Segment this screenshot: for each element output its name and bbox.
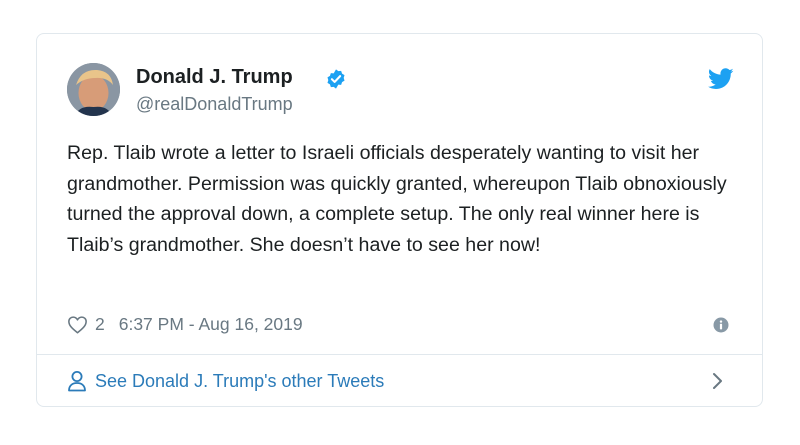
author-name[interactable]: Donald J. Trump <box>136 66 293 89</box>
user-icon <box>68 371 86 392</box>
tweet-text: Rep. Tlaib wrote a letter to Israeli off… <box>67 142 727 256</box>
tweet-meta: 2 6:37 PM - Aug 16, 2019 <box>67 312 303 336</box>
chevron-right-icon[interactable] <box>712 372 724 390</box>
avatar[interactable] <box>67 63 120 116</box>
heart-icon[interactable] <box>67 315 88 334</box>
see-other-tweets-label[interactable]: See Donald J. Trump's other Tweets <box>95 371 384 392</box>
twitter-bird-icon[interactable] <box>708 68 734 90</box>
author-handle[interactable]: @realDonaldTrump <box>136 94 293 115</box>
see-other-tweets-link[interactable]: See Donald J. Trump's other Tweets <box>67 355 732 407</box>
verified-badge-icon <box>327 69 345 89</box>
like-count: 2 <box>95 313 105 334</box>
info-icon[interactable] <box>713 317 729 333</box>
tweet-card: Donald J. Trump @realDonaldTrump Rep. Tl… <box>36 33 763 407</box>
tweet-timestamp[interactable]: 6:37 PM - Aug 16, 2019 <box>119 314 303 335</box>
